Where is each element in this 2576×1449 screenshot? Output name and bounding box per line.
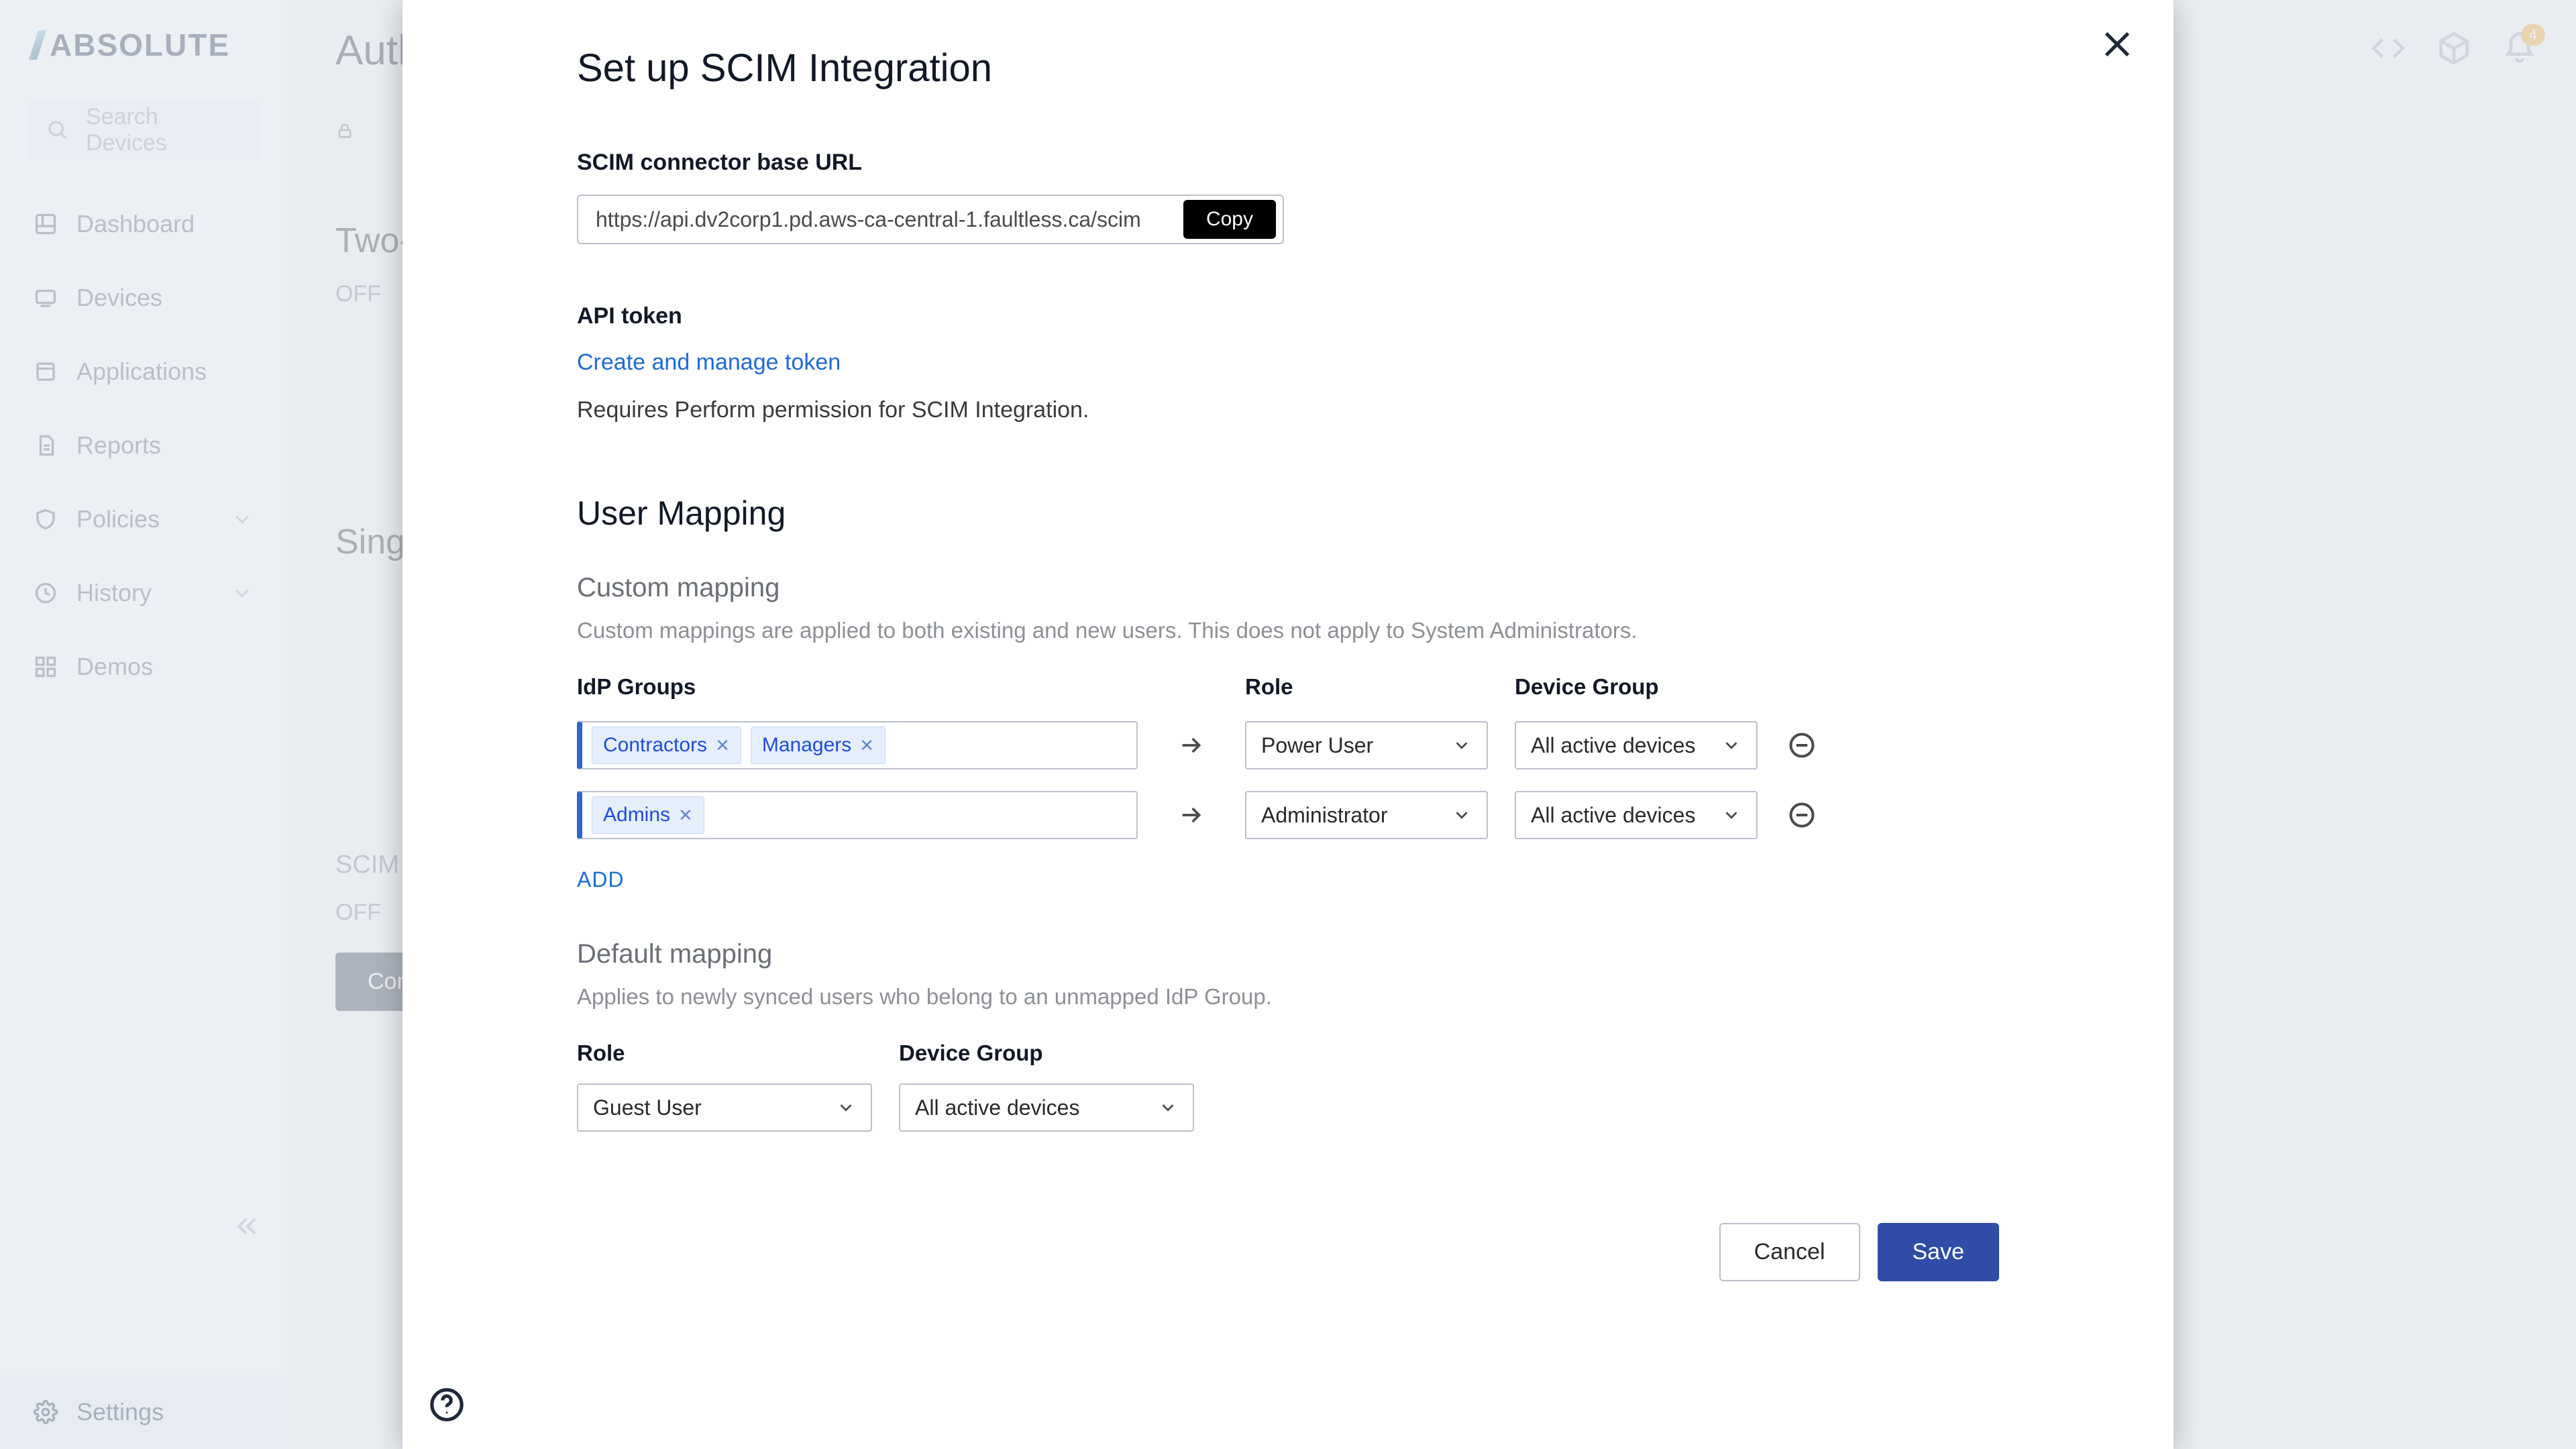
create-token-link[interactable]: Create and manage token xyxy=(577,350,841,376)
cancel-button[interactable]: Cancel xyxy=(1719,1223,1860,1281)
copy-button[interactable]: Copy xyxy=(1183,200,1276,239)
role-select[interactable]: Power User xyxy=(1245,721,1488,769)
mapping-table: IdP Groups Role Device Group Contractors… xyxy=(577,674,2093,839)
default-mapping-heading: Default mapping xyxy=(577,939,2093,969)
remove-tag-icon[interactable]: ✕ xyxy=(715,735,730,756)
default-device-group-select[interactable]: All active devices xyxy=(899,1083,1194,1132)
select-value: Administrator xyxy=(1261,803,1388,828)
chevron-down-icon xyxy=(1721,735,1741,755)
chevron-down-icon xyxy=(836,1097,856,1118)
add-mapping-button[interactable]: ADD xyxy=(577,867,625,892)
col-role: Role xyxy=(577,1040,872,1066)
col-device-group: Device Group xyxy=(1515,674,1758,700)
tag-label: Managers xyxy=(762,734,851,757)
user-mapping-heading: User Mapping xyxy=(577,494,2093,533)
idp-group-tag: Managers ✕ xyxy=(751,727,885,764)
remove-tag-icon[interactable]: ✕ xyxy=(859,735,874,756)
mapping-header: IdP Groups Role Device Group xyxy=(577,674,2093,700)
mapping-row: Admins ✕ Administrator All active device… xyxy=(577,791,2093,839)
select-value: All active devices xyxy=(1531,733,1695,758)
col-device-group: Device Group xyxy=(899,1040,1194,1066)
idp-group-tag: Admins ✕ xyxy=(592,796,704,834)
default-mapping-desc: Applies to newly synced users who belong… xyxy=(577,984,2093,1010)
default-role-select[interactable]: Guest User xyxy=(577,1083,872,1132)
url-label: SCIM connector base URL xyxy=(577,150,2093,176)
modal-title: Set up SCIM Integration xyxy=(577,46,2093,91)
modal-footer: Cancel Save xyxy=(1719,1223,1999,1281)
chevron-down-icon xyxy=(1452,735,1472,755)
save-button[interactable]: Save xyxy=(1878,1223,2000,1281)
close-button[interactable] xyxy=(2098,25,2136,63)
token-desc: Requires Perform permission for SCIM Int… xyxy=(577,397,2093,423)
tag-label: Admins xyxy=(603,804,670,826)
remove-row-button[interactable] xyxy=(1784,798,1819,833)
chevron-down-icon xyxy=(1158,1097,1178,1118)
default-mapping-header: Role Device Group xyxy=(577,1040,2093,1066)
device-group-select[interactable]: All active devices xyxy=(1515,791,1758,839)
select-value: All active devices xyxy=(915,1095,1079,1120)
select-value: All active devices xyxy=(1531,803,1695,828)
help-button[interactable] xyxy=(428,1386,466,1424)
chevron-down-icon xyxy=(1452,805,1472,825)
idp-groups-input[interactable]: Contractors ✕ Managers ✕ xyxy=(577,721,1138,769)
url-field-row: Copy xyxy=(577,195,1284,244)
mapping-row: Contractors ✕ Managers ✕ Power User All … xyxy=(577,721,2093,769)
remove-tag-icon[interactable]: ✕ xyxy=(678,805,693,826)
role-select[interactable]: Administrator xyxy=(1245,791,1488,839)
arrow-icon xyxy=(1165,802,1218,828)
scim-url-input[interactable] xyxy=(596,207,1183,232)
device-group-select[interactable]: All active devices xyxy=(1515,721,1758,769)
token-label: API token xyxy=(577,303,2093,329)
idp-groups-input[interactable]: Admins ✕ xyxy=(577,791,1138,839)
scim-modal: Set up SCIM Integration SCIM connector b… xyxy=(402,0,2174,1449)
chevron-down-icon xyxy=(1721,805,1741,825)
arrow-icon xyxy=(1165,732,1218,759)
idp-group-tag: Contractors ✕ xyxy=(592,727,741,764)
remove-row-button[interactable] xyxy=(1784,728,1819,763)
select-value: Guest User xyxy=(593,1095,702,1120)
remove-circle-icon xyxy=(1787,731,1817,760)
col-idp-groups: IdP Groups xyxy=(577,674,1138,700)
custom-mapping-desc: Custom mappings are applied to both exis… xyxy=(577,618,2093,643)
custom-mapping-heading: Custom mapping xyxy=(577,573,2093,603)
default-mapping-row: Guest User All active devices xyxy=(577,1083,2093,1132)
tag-label: Contractors xyxy=(603,734,707,757)
col-role: Role xyxy=(1245,674,1488,700)
remove-circle-icon xyxy=(1787,800,1817,830)
select-value: Power User xyxy=(1261,733,1373,758)
